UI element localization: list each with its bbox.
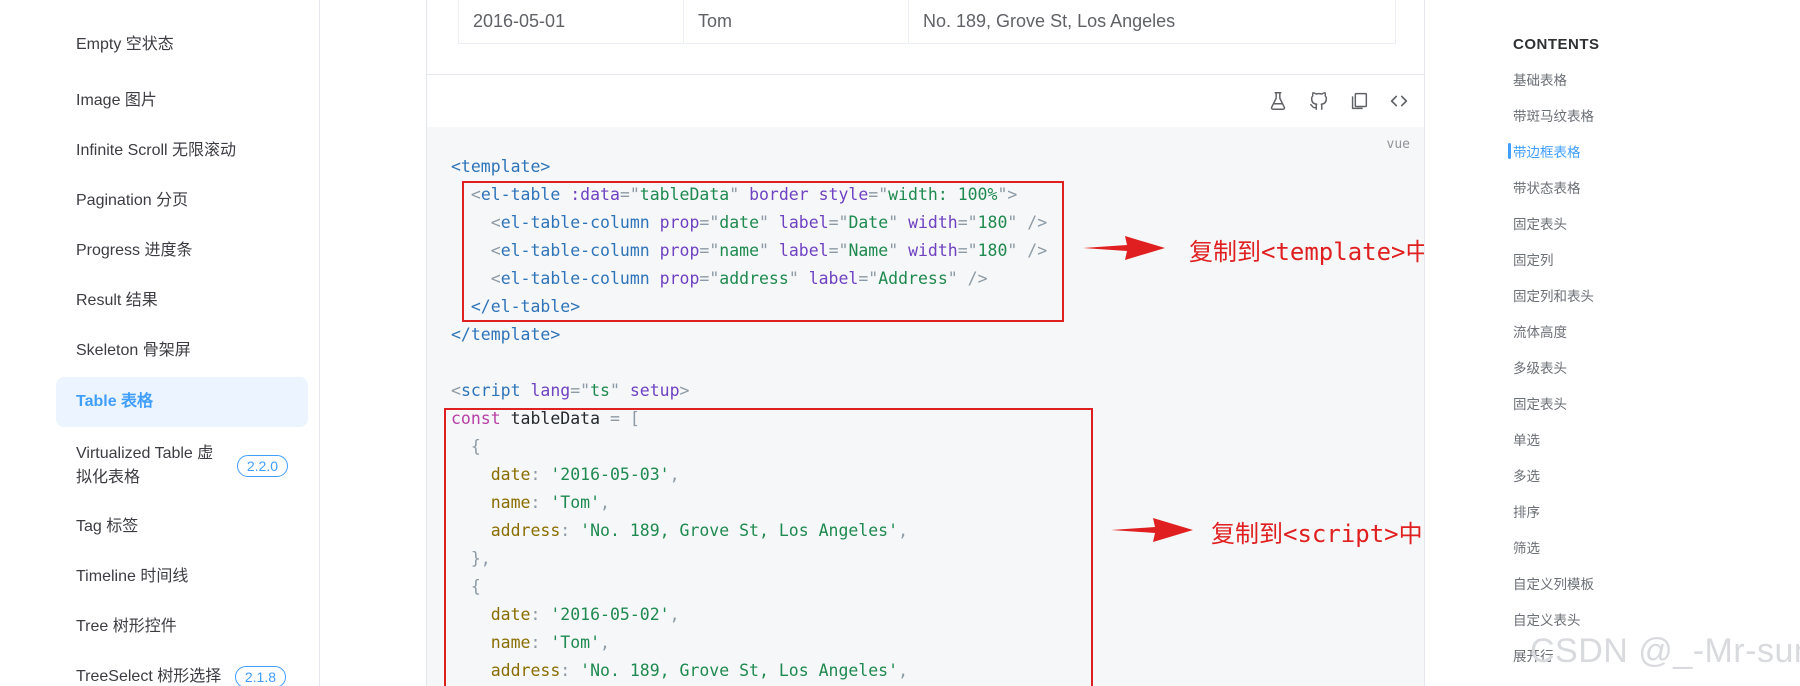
sidebar-item-skeleton[interactable]: Skeleton 骨架屏 (56, 336, 308, 366)
sidebar-item-label: Image 图片 (76, 92, 157, 109)
sidebar-item-label: Tree 树形控件 (76, 618, 177, 635)
code-line: </template> (451, 325, 561, 344)
sidebar-item-timeline[interactable]: Timeline 时间线 (56, 562, 308, 592)
sidebar-item-label: Progress 进度条 (76, 242, 193, 259)
toc-item[interactable]: 单选 (1513, 431, 1540, 451)
sidebar-item-label: Skeleton 骨架屏 (76, 342, 191, 359)
main-content: 2016-05-01 Tom No. 189, Grove St, Los An… (426, 0, 1425, 686)
sidebar-item-pagination[interactable]: Pagination 分页 (56, 186, 308, 216)
toc-item[interactable]: 固定列和表头 (1513, 287, 1594, 307)
toc-item[interactable]: 排序 (1513, 503, 1540, 523)
sidebar-item-virtualized-table[interactable]: Virtualized Table 虚拟化表格 2.2.0 (56, 438, 308, 494)
sidebar-item-label: Tag 标签 (76, 518, 139, 535)
sidebar-item-result[interactable]: Result 结果 (56, 286, 308, 316)
csdn-watermark: CSDN @_-Mr-sun (1530, 632, 1800, 670)
toc-item[interactable]: 自定义列模板 (1513, 575, 1594, 595)
template-annotation: 复制到<template>中 (1189, 238, 1425, 266)
toc-item[interactable]: 带斑马纹表格 (1513, 107, 1594, 127)
sidebar-item-label: TreeSelect 树形选择 (76, 668, 222, 685)
version-badge: 2.2.0 (236, 455, 288, 477)
sidebar-item-label: Virtualized Table 虚拟化表格 (76, 445, 214, 486)
arrow-right-icon (1111, 518, 1193, 542)
table-of-contents: CONTENTS 基础表格 带斑马纹表格 带边框表格 带状态表格 固定表头 固定… (1490, 0, 1800, 686)
sidebar-item-label: Table 表格 (76, 393, 154, 410)
version-badge: 2.1.8 (234, 666, 286, 686)
arrow-right-icon (1083, 236, 1165, 260)
sidebar-item-table[interactable]: Table 表格 (56, 377, 308, 427)
script-highlight-box (444, 408, 1093, 686)
toc-item[interactable]: 固定列 (1513, 251, 1554, 271)
sidebar-item-label: Infinite Scroll 无限滚动 (76, 142, 237, 159)
toc-item[interactable]: 固定表头 (1513, 395, 1567, 415)
table-cell-name: Tom (684, 0, 909, 43)
sidebar-item-image[interactable]: Image 图片 (56, 86, 308, 116)
sidebar-item-label: Empty 空状态 (76, 36, 174, 53)
toc-item[interactable]: 流体高度 (1513, 323, 1567, 343)
template-highlight-box (462, 181, 1064, 322)
sidebar-item-label: Pagination 分页 (76, 192, 189, 209)
sidebar-item-tag[interactable]: Tag 标签 (56, 512, 308, 542)
toc-item[interactable]: 自定义表头 (1513, 611, 1581, 631)
toc-item[interactable]: 带状态表格 (1513, 179, 1581, 199)
toc-item[interactable]: 多选 (1513, 467, 1540, 487)
toc-item[interactable]: 基础表格 (1513, 71, 1567, 91)
toc-title: CONTENTS (1513, 36, 1600, 53)
sidebar-item-empty[interactable]: Empty 空状态 (56, 30, 308, 60)
code-line: <template> (451, 157, 551, 176)
sidebar-item-infinite-scroll[interactable]: Infinite Scroll 无限滚动 (56, 136, 308, 166)
toc-item[interactable]: 固定表头 (1513, 215, 1567, 235)
sidebar-item-progress[interactable]: Progress 进度条 (56, 236, 308, 266)
code-icon[interactable] (1388, 90, 1410, 112)
table-cell-address: No. 189, Grove St, Los Angeles (923, 11, 1176, 31)
toc-item[interactable]: 多级表头 (1513, 359, 1567, 379)
toolbar-divider (427, 74, 1424, 75)
code-line: <script lang="ts" setup> (451, 381, 690, 400)
toc-item-active[interactable]: 带边框表格 (1513, 143, 1581, 163)
toc-active-marker (1508, 143, 1511, 159)
toc-item[interactable]: 筛选 (1513, 539, 1540, 559)
code-language-label: vue (1386, 137, 1410, 152)
sidebar-item-tree[interactable]: Tree 树形控件 (56, 612, 308, 642)
table-cell-date: 2016-05-01 (459, 0, 684, 43)
copy-icon[interactable] (1348, 90, 1370, 112)
sidebar-item-tree-select[interactable]: TreeSelect 树形选择 2.1.8 (56, 662, 308, 686)
playground-flask-icon[interactable] (1267, 90, 1289, 112)
sidebar-item-label: Result 结果 (76, 292, 158, 309)
table-row: 2016-05-01 Tom No. 189, Grove St, Los An… (458, 0, 1396, 44)
github-icon[interactable] (1308, 90, 1330, 112)
script-annotation: 复制到<script>中 (1211, 520, 1423, 548)
sidebar-item-label: Timeline 时间线 (76, 568, 189, 585)
sidebar-nav: Empty 空状态 Image 图片 Infinite Scroll 无限滚动 … (0, 0, 320, 686)
